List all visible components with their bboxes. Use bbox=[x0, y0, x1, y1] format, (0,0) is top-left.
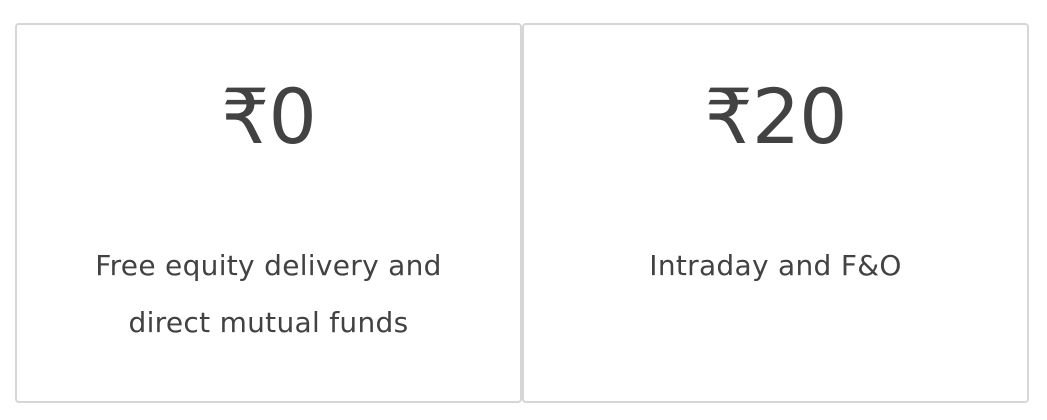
price-amount: ₹20 bbox=[704, 72, 847, 161]
price-amount: ₹0 bbox=[221, 72, 317, 161]
price-description: Intraday and F&O bbox=[649, 249, 902, 282]
pricing-card-equity-delivery: ₹0 Free equity delivery and direct mutua… bbox=[15, 23, 522, 403]
pricing-card-intraday-fno: ₹20 Intraday and F&O bbox=[522, 23, 1029, 403]
price-description: Free equity delivery and direct mutual f… bbox=[95, 249, 442, 339]
pricing-cards: ₹0 Free equity delivery and direct mutua… bbox=[15, 23, 1029, 403]
